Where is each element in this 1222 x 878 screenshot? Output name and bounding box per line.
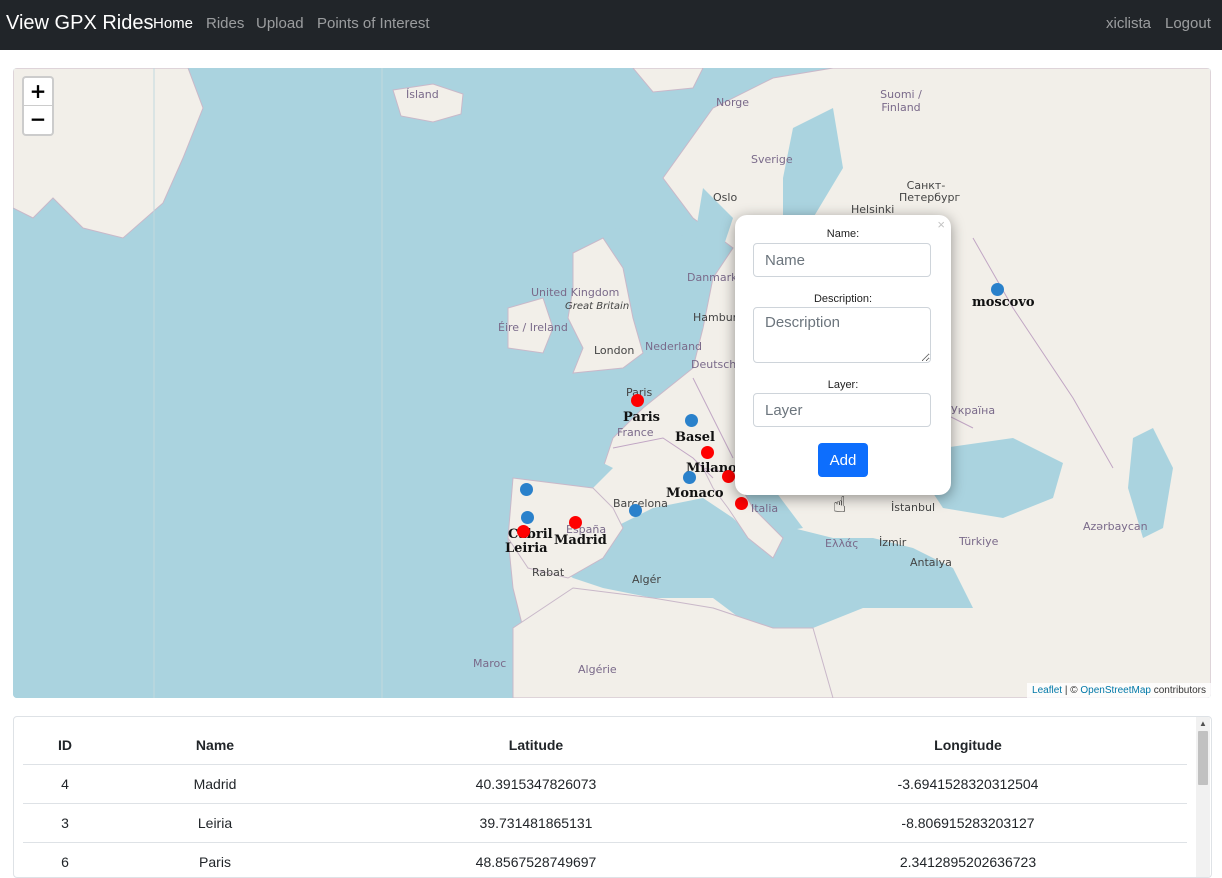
poi-table-panel: ID Name Latitude Longitude 4 Madrid 40.3… [13, 716, 1212, 878]
map-attribution: Leaflet | © OpenStreetMap contributors [1027, 683, 1211, 698]
column-header-latitude: Latitude [323, 725, 749, 765]
cell-id: 4 [23, 765, 107, 804]
map-label: İzmir [879, 536, 906, 549]
city-label-moscovo: moscovo [972, 295, 1035, 310]
table-row[interactable]: 6 Paris 48.8567528749697 2.3412895202636… [23, 843, 1187, 878]
nav-logout[interactable]: Logout [1165, 15, 1211, 32]
ride-marker-paris[interactable] [631, 394, 644, 407]
map-label: Antalya [910, 556, 952, 569]
map-label: Suomi / Finland [871, 88, 931, 114]
cell-name: Paris [107, 843, 323, 878]
scrollbar-thumb[interactable] [1198, 731, 1208, 785]
cell-longitude: 2.3412895202636723 [749, 843, 1187, 878]
poi-marker-moscovo[interactable] [991, 283, 1004, 296]
map-label: Maroc [473, 657, 506, 670]
zoom-out-button[interactable]: − [24, 106, 52, 133]
brand-title[interactable]: View GPX Rides [6, 12, 153, 35]
map-label: France [617, 426, 654, 439]
poi-marker-basel[interactable] [685, 414, 698, 427]
column-header-longitude: Longitude [749, 725, 1187, 765]
map-tiles [13, 68, 1211, 698]
map-label: Санкт-Петербург [899, 180, 953, 204]
add-poi-popup: × Name: Description: Layer: Add [735, 215, 951, 495]
map-label: Great Britain [565, 301, 629, 312]
table-row[interactable]: 4 Madrid 40.3915347826073 -3.69415283203… [23, 765, 1187, 804]
layer-input[interactable] [753, 393, 931, 427]
name-label: Name: [735, 228, 951, 240]
map-label: Nederland [645, 340, 702, 353]
map-label: Oslo [713, 191, 737, 204]
name-input[interactable] [753, 243, 931, 277]
cell-latitude: 40.3915347826073 [323, 765, 749, 804]
map-label: Ísland [406, 88, 439, 101]
city-label-madrid: Madrid [554, 533, 607, 548]
nav-rides[interactable]: Rides [206, 15, 244, 32]
table-scrollbar[interactable]: ▲ [1196, 717, 1210, 877]
poi-marker-cabril[interactable] [521, 511, 534, 524]
ride-marker-milano[interactable] [701, 446, 714, 459]
map-label: Sverige [751, 153, 793, 166]
nav-home[interactable]: Home [153, 15, 193, 32]
scroll-up-arrow-icon[interactable]: ▲ [1196, 719, 1210, 728]
osm-link[interactable]: OpenStreetMap [1080, 685, 1151, 696]
column-header-name: Name [107, 725, 323, 765]
cell-id: 3 [23, 804, 107, 843]
poi-marker-monaco[interactable] [683, 471, 696, 484]
cell-latitude: 39.731481865131 [323, 804, 749, 843]
attribution-tail: contributors [1151, 685, 1206, 696]
add-button[interactable]: Add [818, 443, 868, 477]
map-label: Ελλάς [825, 537, 859, 550]
description-label: Description: [735, 293, 951, 305]
description-input[interactable] [753, 307, 931, 363]
cell-longitude: -8.806915283203127 [749, 804, 1187, 843]
map-label: Algérie [578, 663, 617, 676]
map-label: İstanbul [891, 501, 935, 514]
zoom-in-button[interactable]: + [24, 78, 52, 106]
map-label: United Kingdom [531, 286, 619, 299]
layer-label: Layer: [735, 379, 951, 391]
city-label-paris: Paris [623, 410, 660, 425]
nav-user[interactable]: xiclista [1106, 15, 1151, 32]
cell-longitude: -3.6941528320312504 [749, 765, 1187, 804]
poi-marker-barcelona[interactable] [629, 504, 642, 517]
map-container[interactable]: + − Ísland Norge Suomi / Finland Sverige… [13, 68, 1211, 698]
map-label: Rabat [532, 566, 564, 579]
map-label: Norge [716, 96, 749, 109]
column-header-id: ID [23, 725, 107, 765]
top-navbar: View GPX Rides Home Rides Upload Points … [0, 0, 1222, 50]
table-row[interactable]: 3 Leiria 39.731481865131 -8.806915283203… [23, 804, 1187, 843]
ride-marker-genova[interactable] [722, 470, 735, 483]
cell-name: Madrid [107, 765, 323, 804]
ride-marker-italia[interactable] [735, 497, 748, 510]
city-label-cabril: Cabril [508, 527, 553, 542]
map-label: Danmark [687, 271, 738, 284]
zoom-control: + − [22, 76, 54, 136]
map-label: Italia [751, 502, 778, 515]
hand-cursor-icon: ☝ [833, 494, 846, 516]
map-label: Україна [951, 404, 995, 417]
nav-upload[interactable]: Upload [256, 15, 304, 32]
city-label-leiria: Leiria [505, 541, 548, 556]
map-label: London [594, 344, 634, 357]
map-label: Algér [632, 573, 661, 586]
nav-points-of-interest[interactable]: Points of Interest [317, 15, 430, 32]
ride-marker-leiria[interactable] [517, 525, 530, 538]
ride-marker-madrid[interactable] [569, 516, 582, 529]
attribution-separator: | © [1062, 685, 1080, 696]
table-header-row: ID Name Latitude Longitude [23, 725, 1187, 765]
city-label-monaco: Monaco [666, 486, 724, 501]
leaflet-link[interactable]: Leaflet [1032, 685, 1062, 696]
city-label-basel: Basel [675, 430, 715, 445]
map-label: Azərbaycan [1083, 520, 1148, 533]
poi-table: ID Name Latitude Longitude 4 Madrid 40.3… [23, 725, 1187, 878]
cell-name: Leiria [107, 804, 323, 843]
poi-marker-porto[interactable] [520, 483, 533, 496]
cell-latitude: 48.8567528749697 [323, 843, 749, 878]
map-label: Türkiye [959, 535, 998, 548]
map-label: Deutschl [691, 358, 739, 371]
map-label: Éire / Ireland [498, 321, 568, 334]
cell-id: 6 [23, 843, 107, 878]
